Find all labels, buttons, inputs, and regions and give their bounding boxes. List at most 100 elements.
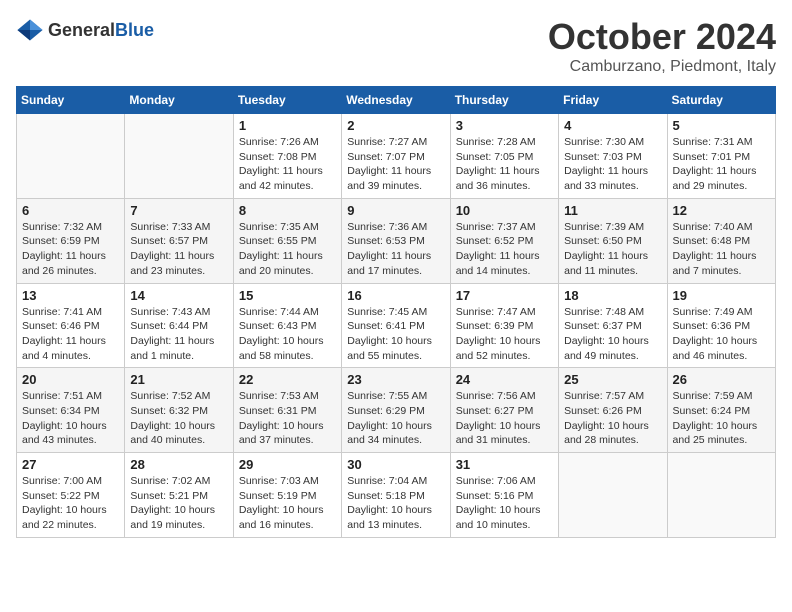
- col-tuesday: Tuesday: [233, 87, 341, 114]
- table-row: 16 Sunrise: 7:45 AM Sunset: 6:41 PM Dayli…: [342, 283, 450, 368]
- table-row: 24 Sunrise: 7:56 AM Sunset: 6:27 PM Dayli…: [450, 368, 558, 453]
- table-row: 25 Sunrise: 7:57 AM Sunset: 6:26 PM Dayli…: [559, 368, 667, 453]
- table-row: 3 Sunrise: 7:28 AM Sunset: 7:05 PM Daylig…: [450, 114, 558, 199]
- table-row: 4 Sunrise: 7:30 AM Sunset: 7:03 PM Daylig…: [559, 114, 667, 199]
- day-number: 30: [347, 457, 444, 472]
- table-row: 9Sunrise: 7:36 AM Sunset: 6:53 PM Daylig…: [342, 198, 450, 283]
- day-info: Sunrise: 7:56 AM Sunset: 6:27 PM Dayligh…: [456, 389, 553, 448]
- day-info: Sunrise: 7:35 AM Sunset: 6:55 PM Dayligh…: [239, 220, 336, 279]
- table-row: 2 Sunrise: 7:27 AM Sunset: 7:07 PM Daylig…: [342, 114, 450, 199]
- table-row: [559, 453, 667, 538]
- day-number: 27: [22, 457, 119, 472]
- month-title: October 2024: [548, 16, 776, 58]
- table-row: [667, 453, 775, 538]
- day-number: 3: [456, 118, 553, 133]
- calendar-week-row: 6Sunrise: 7:32 AM Sunset: 6:59 PM Daylig…: [17, 198, 776, 283]
- table-row: 22 Sunrise: 7:53 AM Sunset: 6:31 PM Dayli…: [233, 368, 341, 453]
- col-sunday: Sunday: [17, 87, 125, 114]
- table-row: 13 Sunrise: 7:41 AM Sunset: 6:46 PM Dayli…: [17, 283, 125, 368]
- day-number: 17: [456, 288, 553, 303]
- day-number: 11: [564, 203, 661, 218]
- logo-blue: Blue: [115, 20, 154, 40]
- day-info: Sunrise: 7:31 AM Sunset: 7:01 PM Dayligh…: [673, 135, 770, 194]
- calendar-week-row: 13 Sunrise: 7:41 AM Sunset: 6:46 PM Dayli…: [17, 283, 776, 368]
- day-info: Sunrise: 7:37 AM Sunset: 6:52 PM Dayligh…: [456, 220, 553, 279]
- day-number: 14: [130, 288, 227, 303]
- day-info: Sunrise: 7:28 AM Sunset: 7:05 PM Dayligh…: [456, 135, 553, 194]
- table-row: 18 Sunrise: 7:48 AM Sunset: 6:37 PM Dayli…: [559, 283, 667, 368]
- day-info: Sunrise: 7:45 AM Sunset: 6:41 PM Dayligh…: [347, 305, 444, 364]
- table-row: 26Sunrise: 7:59 AM Sunset: 6:24 PM Dayli…: [667, 368, 775, 453]
- day-info: Sunrise: 7:03 AM Sunset: 5:19 PM Dayligh…: [239, 474, 336, 533]
- table-row: 30 Sunrise: 7:04 AM Sunset: 5:18 PM Dayli…: [342, 453, 450, 538]
- day-info: Sunrise: 7:00 AM Sunset: 5:22 PM Dayligh…: [22, 474, 119, 533]
- day-number: 16: [347, 288, 444, 303]
- day-number: 24: [456, 372, 553, 387]
- table-row: 20 Sunrise: 7:51 AM Sunset: 6:34 PM Dayli…: [17, 368, 125, 453]
- table-row: 19 Sunrise: 7:49 AM Sunset: 6:36 PM Dayli…: [667, 283, 775, 368]
- day-number: 29: [239, 457, 336, 472]
- day-info: Sunrise: 7:48 AM Sunset: 6:37 PM Dayligh…: [564, 305, 661, 364]
- calendar-week-row: 1Sunrise: 7:26 AM Sunset: 7:08 PM Daylig…: [17, 114, 776, 199]
- day-info: Sunrise: 7:41 AM Sunset: 6:46 PM Dayligh…: [22, 305, 119, 364]
- calendar-week-row: 20 Sunrise: 7:51 AM Sunset: 6:34 PM Dayli…: [17, 368, 776, 453]
- table-row: 31Sunrise: 7:06 AM Sunset: 5:16 PM Dayli…: [450, 453, 558, 538]
- table-row: 7 Sunrise: 7:33 AM Sunset: 6:57 PM Daylig…: [125, 198, 233, 283]
- day-number: 25: [564, 372, 661, 387]
- day-info: Sunrise: 7:39 AM Sunset: 6:50 PM Dayligh…: [564, 220, 661, 279]
- day-number: 13: [22, 288, 119, 303]
- day-number: 5: [673, 118, 770, 133]
- page-header: GeneralBlue October 2024 Camburzano, Pie…: [16, 16, 776, 76]
- day-info: Sunrise: 7:33 AM Sunset: 6:57 PM Dayligh…: [130, 220, 227, 279]
- day-info: Sunrise: 7:57 AM Sunset: 6:26 PM Dayligh…: [564, 389, 661, 448]
- calendar-week-row: 27 Sunrise: 7:00 AM Sunset: 5:22 PM Dayli…: [17, 453, 776, 538]
- day-number: 12: [673, 203, 770, 218]
- day-info: Sunrise: 7:49 AM Sunset: 6:36 PM Dayligh…: [673, 305, 770, 364]
- day-info: Sunrise: 7:27 AM Sunset: 7:07 PM Dayligh…: [347, 135, 444, 194]
- col-thursday: Thursday: [450, 87, 558, 114]
- day-info: Sunrise: 7:04 AM Sunset: 5:18 PM Dayligh…: [347, 474, 444, 533]
- day-number: 2: [347, 118, 444, 133]
- day-info: Sunrise: 7:30 AM Sunset: 7:03 PM Dayligh…: [564, 135, 661, 194]
- calendar-header-row: Sunday Monday Tuesday Wednesday Thursday…: [17, 87, 776, 114]
- col-saturday: Saturday: [667, 87, 775, 114]
- table-row: 15Sunrise: 7:44 AM Sunset: 6:43 PM Dayli…: [233, 283, 341, 368]
- day-number: 8: [239, 203, 336, 218]
- table-row: 27 Sunrise: 7:00 AM Sunset: 5:22 PM Dayli…: [17, 453, 125, 538]
- day-info: Sunrise: 7:53 AM Sunset: 6:31 PM Dayligh…: [239, 389, 336, 448]
- day-number: 10: [456, 203, 553, 218]
- table-row: 14Sunrise: 7:43 AM Sunset: 6:44 PM Dayli…: [125, 283, 233, 368]
- table-row: 5 Sunrise: 7:31 AM Sunset: 7:01 PM Daylig…: [667, 114, 775, 199]
- table-row: 8 Sunrise: 7:35 AM Sunset: 6:55 PM Daylig…: [233, 198, 341, 283]
- table-row: 10 Sunrise: 7:37 AM Sunset: 6:52 PM Dayli…: [450, 198, 558, 283]
- day-info: Sunrise: 7:02 AM Sunset: 5:21 PM Dayligh…: [130, 474, 227, 533]
- day-number: 28: [130, 457, 227, 472]
- day-number: 22: [239, 372, 336, 387]
- col-wednesday: Wednesday: [342, 87, 450, 114]
- table-row: [17, 114, 125, 199]
- day-number: 7: [130, 203, 227, 218]
- day-number: 26: [673, 372, 770, 387]
- title-block: October 2024 Camburzano, Piedmont, Italy: [548, 16, 776, 76]
- table-row: 28 Sunrise: 7:02 AM Sunset: 5:21 PM Dayli…: [125, 453, 233, 538]
- day-number: 21: [130, 372, 227, 387]
- table-row: 12 Sunrise: 7:40 AM Sunset: 6:48 PM Dayli…: [667, 198, 775, 283]
- day-info: Sunrise: 7:06 AM Sunset: 5:16 PM Dayligh…: [456, 474, 553, 533]
- day-number: 18: [564, 288, 661, 303]
- day-number: 6: [22, 203, 119, 218]
- day-info: Sunrise: 7:51 AM Sunset: 6:34 PM Dayligh…: [22, 389, 119, 448]
- col-friday: Friday: [559, 87, 667, 114]
- table-row: 11 Sunrise: 7:39 AM Sunset: 6:50 PM Dayli…: [559, 198, 667, 283]
- day-info: Sunrise: 7:52 AM Sunset: 6:32 PM Dayligh…: [130, 389, 227, 448]
- day-info: Sunrise: 7:40 AM Sunset: 6:48 PM Dayligh…: [673, 220, 770, 279]
- day-number: 23: [347, 372, 444, 387]
- table-row: [125, 114, 233, 199]
- day-number: 19: [673, 288, 770, 303]
- day-number: 20: [22, 372, 119, 387]
- calendar-table: Sunday Monday Tuesday Wednesday Thursday…: [16, 86, 776, 538]
- day-number: 4: [564, 118, 661, 133]
- day-info: Sunrise: 7:36 AM Sunset: 6:53 PM Dayligh…: [347, 220, 444, 279]
- table-row: 23Sunrise: 7:55 AM Sunset: 6:29 PM Dayli…: [342, 368, 450, 453]
- table-row: 29 Sunrise: 7:03 AM Sunset: 5:19 PM Dayli…: [233, 453, 341, 538]
- day-info: Sunrise: 7:44 AM Sunset: 6:43 PM Dayligh…: [239, 305, 336, 364]
